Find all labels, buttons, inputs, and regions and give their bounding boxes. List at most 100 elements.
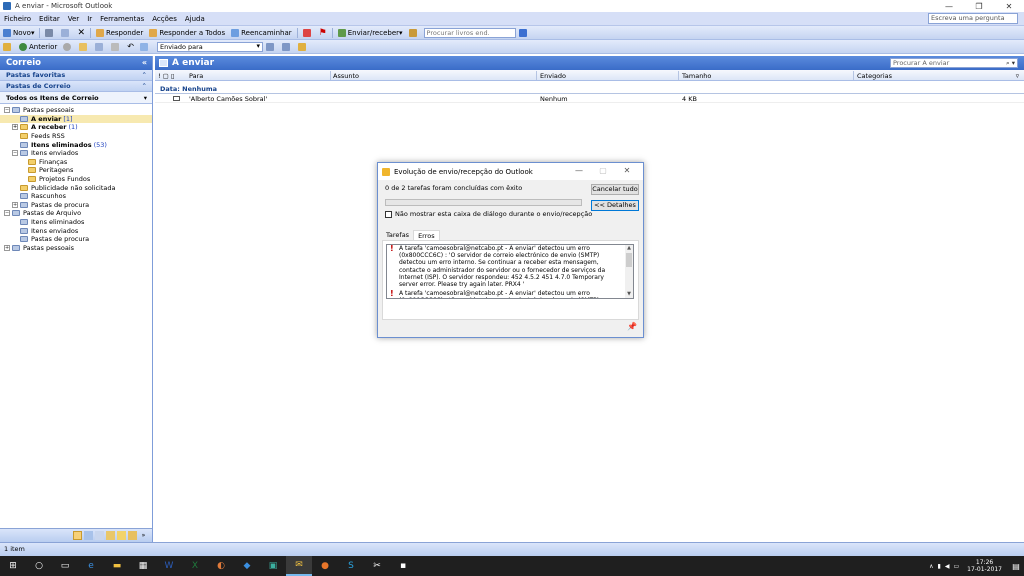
column-sent[interactable]: Enviado (540, 72, 566, 80)
tab-erros[interactable]: Erros (413, 230, 440, 240)
minimize-button[interactable]: — (934, 0, 964, 12)
folder-pastas-pessoais[interactable]: − Pastas pessoais (0, 106, 152, 115)
calendar-module-icon[interactable] (84, 531, 93, 540)
flag-column-icon[interactable]: ▿ (1016, 72, 1019, 80)
menu-ferramentas[interactable]: Ferramentas (96, 15, 148, 23)
folder-pastas-de-arquivo[interactable]: − Pastas de Arquivo (0, 209, 152, 218)
outlook-taskbar-button[interactable]: ✉ (286, 556, 312, 576)
start-button[interactable]: ⊞ (0, 556, 26, 576)
explorer-button[interactable]: ▬ (104, 556, 130, 576)
clock[interactable]: 17:26 17-01-2017 (967, 559, 1002, 573)
tray-expand-icon[interactable]: ∧ (929, 563, 933, 570)
dialog-close-button[interactable]: ✕ (615, 166, 639, 175)
column-categories[interactable]: Categorias (857, 72, 892, 80)
rules-button[interactable] (137, 41, 153, 53)
word-button[interactable]: W (156, 556, 182, 576)
dialog-minimize-button[interactable]: — (567, 166, 591, 175)
column-subject[interactable]: Assunto (333, 72, 359, 80)
view-button-2[interactable] (279, 41, 295, 53)
language-icon[interactable]: ▭ (953, 563, 959, 570)
configure-buttons-icon[interactable]: » (139, 531, 148, 540)
forward-button[interactable]: Reencaminhar (228, 27, 295, 39)
menu-ver[interactable]: Ver (64, 15, 83, 23)
close-button[interactable]: ✕ (994, 0, 1024, 12)
back-button[interactable]: Anterior (16, 41, 60, 53)
folder-pastas-pessoais-2[interactable]: + Pastas pessoais (0, 244, 152, 253)
contacts-module-icon[interactable] (95, 531, 104, 540)
mail-folders-section[interactable]: Pastas de Correio ⌃ (0, 81, 152, 92)
forward-nav-button[interactable] (60, 41, 76, 53)
excel-button[interactable]: X (182, 556, 208, 576)
print-preview-button[interactable] (108, 41, 124, 53)
network-icon[interactable]: ▮ (938, 563, 941, 570)
archive-pastas-de-procura[interactable]: Pastas de procura (0, 235, 152, 244)
media-button[interactable]: ▪ (390, 556, 416, 576)
dont-show-checkbox[interactable]: Não mostrar esta caixa de diálogo durant… (385, 210, 592, 218)
categorize-button[interactable] (300, 27, 316, 39)
reply-all-button[interactable]: Responder a Todos (146, 27, 228, 39)
delete-button[interactable]: ✕ (74, 27, 88, 39)
move-button[interactable] (58, 27, 74, 39)
checkbox-box[interactable] (385, 210, 392, 218)
favorites-section[interactable]: Pastas favoritas ⌃ (0, 70, 152, 81)
paint-button[interactable]: ◐ (208, 556, 234, 576)
firefox-button[interactable]: ● (312, 556, 338, 576)
group-header[interactable]: Data: Nenhuma (155, 85, 1024, 94)
collapse-nav-icon[interactable]: « (142, 56, 147, 70)
folder-publicidade[interactable]: Publicidade não solicitada (0, 183, 152, 192)
outlook-today-button[interactable] (0, 41, 16, 53)
search-address-books-input[interactable]: Procurar livros end. (423, 27, 516, 38)
notes-module-icon[interactable] (117, 531, 126, 540)
folder-feeds-rss[interactable]: Feeds RSS (0, 132, 152, 141)
search-folder-input[interactable]: Procurar A enviar (890, 58, 1018, 68)
view-field-select[interactable]: Enviado para (156, 41, 263, 52)
new-button[interactable]: Novo ▾ (0, 27, 37, 39)
folder-pastas-de-procura[interactable]: + Pastas de procura (0, 201, 152, 210)
view-button-3[interactable] (295, 41, 311, 53)
scroll-thumb[interactable] (626, 253, 632, 267)
folder-itens-enviados[interactable]: − Itens enviados (0, 149, 152, 158)
mail-module-icon[interactable] (73, 531, 82, 540)
archive-itens-enviados[interactable]: Itens enviados (0, 226, 152, 235)
dropbox-button[interactable]: ◆ (234, 556, 260, 576)
notifications-icon[interactable]: ▤ (1008, 556, 1024, 576)
restore-button[interactable]: ❐ (964, 0, 994, 12)
undo-button[interactable]: ↶ (124, 41, 137, 53)
scroll-down-icon[interactable]: ▼ (625, 291, 633, 298)
error-item[interactable]: ! A tarefa 'camoesobral@netcabo.pt - A e… (387, 245, 633, 288)
help-button[interactable] (516, 27, 532, 39)
ask-question-input[interactable]: Escreva uma pergunta (928, 13, 1018, 24)
snipping-button[interactable]: ✂ (364, 556, 390, 576)
scroll-up-icon[interactable]: ▲ (625, 245, 633, 252)
archive-itens-eliminados[interactable]: Itens eliminados (0, 218, 152, 227)
edge-button[interactable]: e (78, 556, 104, 576)
cancel-all-button[interactable]: Cancelar tudo (591, 184, 639, 195)
importance-column-icon[interactable]: ! ▢ ▯ (158, 72, 174, 80)
up-folder-button[interactable] (76, 41, 92, 53)
reply-button[interactable]: Responder (93, 27, 146, 39)
error-item[interactable]: ! A tarefa 'camoesobral@netcabo.pt - A e… (387, 290, 633, 298)
search-button[interactable]: ○ (26, 556, 52, 576)
pin-icon[interactable]: 📌 (627, 322, 637, 331)
folder-list-button[interactable] (92, 41, 108, 53)
menu-accoes[interactable]: Acções (148, 15, 181, 23)
flag-button[interactable]: ⚑ (316, 27, 330, 39)
skype-button[interactable]: S (338, 556, 364, 576)
folder-a-enviar[interactable]: A enviar [1] (0, 114, 152, 124)
folder-projetos-fundos[interactable]: Projetos Fundos (0, 175, 152, 184)
error-list[interactable]: ! A tarefa 'camoesobral@netcabo.pt - A e… (386, 244, 634, 299)
folder-financas[interactable]: Finanças (0, 158, 152, 167)
menu-editar[interactable]: Editar (35, 15, 64, 23)
all-mail-items-select[interactable]: Todos os Itens de Correio ▾ (0, 92, 152, 104)
error-list-scrollbar[interactable]: ▲ ▼ (625, 245, 633, 298)
table-row[interactable]: 'Alberto Camões Sobral' Nenhum 4 KB (155, 94, 1024, 103)
column-to[interactable]: Para (189, 72, 203, 80)
details-button[interactable]: << Detalhes (591, 200, 639, 211)
folder-a-receber[interactable]: + A receber (1) (0, 123, 152, 132)
column-size[interactable]: Tamanho (682, 72, 711, 80)
print-button[interactable] (42, 27, 58, 39)
task-view-button[interactable]: ▭ (52, 556, 78, 576)
view-button-1[interactable] (263, 41, 279, 53)
volume-icon[interactable]: ◀ (945, 563, 950, 570)
menu-ajuda[interactable]: Ajuda (181, 15, 209, 23)
